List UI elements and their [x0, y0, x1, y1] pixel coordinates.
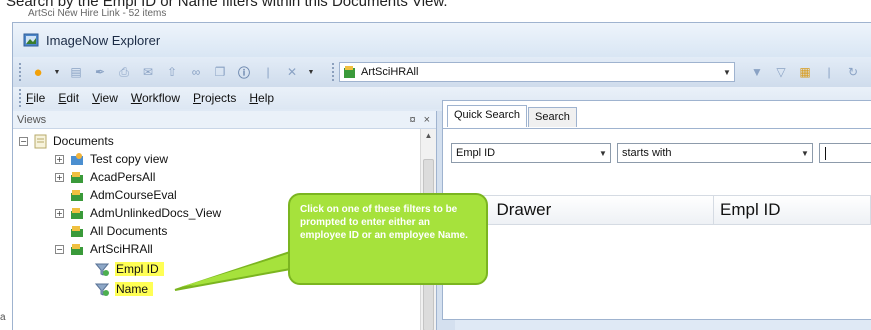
view-filter-icon	[344, 66, 355, 78]
window-caption: ArtSci New Hire Link - 52 items	[28, 8, 167, 19]
separator-icon: |	[827, 65, 831, 79]
view-icon	[71, 226, 83, 237]
grid-header-drawer[interactable]: Drawer	[482, 196, 715, 224]
toolbar-overflow-icon[interactable]: ▼	[307, 63, 315, 81]
instruction-callout: Click on one of these filters to be prom…	[288, 193, 488, 285]
toolbar-grip[interactable]	[19, 63, 22, 81]
window-title: ImageNow Explorer	[46, 32, 161, 48]
tab-search[interactable]: Search	[528, 107, 577, 127]
filter-icon	[95, 263, 109, 276]
separator-icon: |	[266, 65, 270, 79]
menu-workflow[interactable]: Workflow	[131, 91, 180, 105]
tree-label: Test copy view	[90, 152, 169, 166]
view-icon	[71, 172, 83, 183]
view-icon	[71, 190, 83, 201]
route-icon[interactable]: ⇧	[163, 63, 181, 81]
tree-label: All Documents	[90, 224, 168, 238]
chevron-down-icon[interactable]: ▼	[798, 149, 812, 158]
views-panel-controls: ¤ ×	[409, 114, 430, 126]
tree-label: AdmUnlinkedDocs_View	[90, 206, 222, 220]
collapse-icon[interactable]: −	[55, 244, 64, 254]
tree-filter-name[interactable]: Name	[95, 281, 154, 297]
view-icon	[71, 208, 83, 219]
tree-label-empl-id: Empl ID	[115, 262, 164, 276]
results-grid-header: Drawer Empl ID	[443, 195, 871, 225]
delete-icon[interactable]: ✕	[283, 63, 301, 81]
tab-quick-search[interactable]: Quick Search	[447, 105, 528, 127]
views-panel-header: Views ¤ ×	[13, 111, 436, 129]
grid-header-empl-id[interactable]: Empl ID	[714, 196, 871, 224]
top-caption-strip: Search by the Empl ID or Name filters wi…	[0, 0, 871, 22]
title-bar: ImageNow Explorer	[13, 23, 871, 57]
menu-help[interactable]: Help	[249, 91, 274, 105]
tree-filter-empl-id[interactable]: Empl ID	[95, 261, 164, 277]
clear-filter-icon[interactable]: ▽	[772, 63, 790, 81]
expand-icon[interactable]: +	[55, 154, 64, 164]
filter-icon[interactable]: ▼	[748, 63, 766, 81]
tree-label: AcadPersAll	[90, 170, 156, 184]
field-select[interactable]: Empl ID ▼	[451, 143, 611, 163]
edge-fragment: a	[0, 312, 6, 323]
copy-icon[interactable]: ❐	[211, 63, 229, 81]
collapse-icon[interactable]: −	[19, 136, 28, 146]
columns-icon[interactable]: ▦	[796, 63, 814, 81]
imagenow-app-icon	[23, 33, 39, 47]
menu-projects[interactable]: Projects	[193, 91, 236, 105]
link-icon[interactable]: ∞	[187, 63, 205, 81]
toolbar-group-filters: ▼ ▽ ▦ | ↻ ⚲	[745, 63, 871, 81]
quick-search-body: Empl ID ▼ starts with ▼ Drawer Empl ID	[443, 128, 871, 321]
text-caret	[825, 147, 826, 160]
properties-icon[interactable]: ⓘ	[235, 63, 253, 81]
view-selector-value: ArtSciHRAll	[361, 66, 419, 78]
expand-icon[interactable]: +	[55, 208, 64, 218]
toolbar-group-actions: ● ▼ ▤ ✒ ⎙ ✉ ⇧ ∞ ❐ ⓘ | ✕ ▼	[13, 60, 318, 84]
expand-icon[interactable]: +	[55, 172, 64, 182]
tree-label-name: Name	[115, 282, 154, 296]
views-panel-title: Views	[17, 113, 47, 126]
search-value-input[interactable]	[819, 143, 871, 163]
tree-root-documents[interactable]: − Documents	[19, 133, 114, 149]
tree-item-artscihrall[interactable]: − ArtSciHRAll	[55, 241, 153, 257]
tree-item-acadpersall[interactable]: + AcadPersAll	[55, 169, 155, 185]
tree-item-test-copy-view[interactable]: + Test copy view	[55, 151, 168, 167]
view-icon	[71, 244, 83, 255]
filter-icon	[95, 283, 109, 296]
search-panel: Quick Search Search Empl ID ▼ starts wit…	[442, 100, 871, 320]
annotate-icon[interactable]: ✒	[91, 63, 109, 81]
tree-item-admcourseeval[interactable]: AdmCourseEval	[55, 187, 177, 203]
menu-grip[interactable]	[19, 89, 22, 107]
documents-folder-icon	[34, 134, 47, 148]
field-select-value: Empl ID	[456, 147, 496, 159]
shared-view-icon	[71, 153, 83, 165]
operator-select[interactable]: starts with ▼	[617, 143, 813, 163]
main-toolbar: ● ▼ ▤ ✒ ⎙ ✉ ⇧ ∞ ❐ ⓘ | ✕ ▼ ArtSciHRAll ▼	[13, 57, 871, 87]
tree-item-all-documents[interactable]: All Documents	[55, 223, 167, 239]
tree-label: AdmCourseEval	[90, 188, 177, 202]
close-icon[interactable]: ×	[424, 114, 430, 126]
new-dropdown-icon[interactable]: ▼	[53, 63, 61, 81]
chevron-down-icon[interactable]: ▼	[596, 149, 610, 158]
capture-icon[interactable]: ▤	[67, 63, 85, 81]
menu-edit[interactable]: Edit	[58, 91, 79, 105]
tree-label-documents: Documents	[53, 134, 114, 148]
menu-view[interactable]: View	[92, 91, 118, 105]
refresh-icon[interactable]: ↻	[844, 63, 862, 81]
pin-icon[interactable]: ¤	[409, 114, 415, 126]
menu-file[interactable]: File	[26, 91, 45, 105]
print-icon[interactable]: ⎙	[115, 63, 133, 81]
scroll-up-icon[interactable]: ▲	[421, 129, 436, 143]
new-document-icon[interactable]: ●	[29, 63, 47, 81]
view-selector-group: ArtSciHRAll ▼	[326, 62, 735, 82]
tree-label: ArtSciHRAll	[90, 242, 153, 256]
chevron-down-icon[interactable]: ▼	[720, 68, 734, 77]
tree-item-admunlinkeddocs-view[interactable]: + AdmUnlinkedDocs_View	[55, 205, 221, 221]
toolbar-grip[interactable]	[332, 63, 335, 81]
email-icon[interactable]: ✉	[139, 63, 157, 81]
view-selector[interactable]: ArtSciHRAll ▼	[339, 62, 735, 82]
operator-select-value: starts with	[622, 147, 672, 159]
search-criteria-row: Empl ID ▼ starts with ▼	[451, 143, 871, 163]
search-tabs: Quick Search Search	[447, 105, 578, 127]
